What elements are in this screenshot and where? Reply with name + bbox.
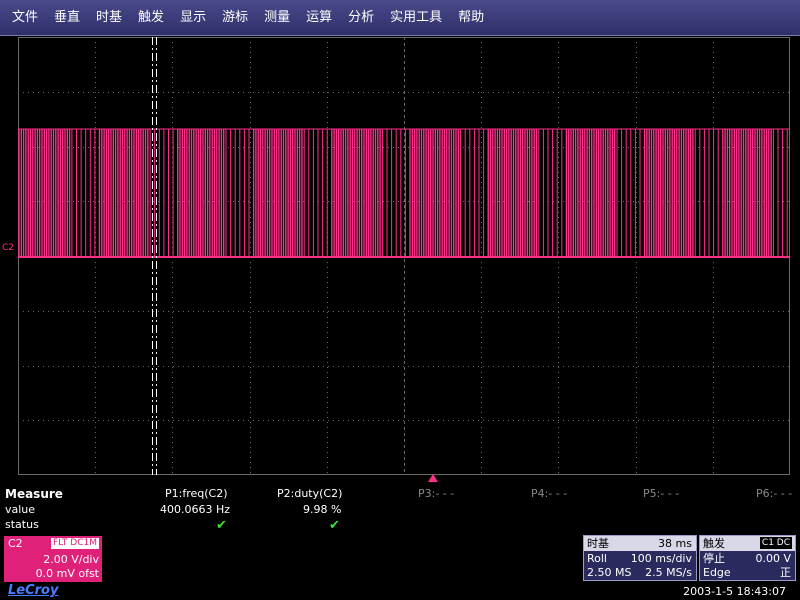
param-p5-name[interactable]: P5:- - -	[643, 487, 679, 500]
trigger-title: 触发	[703, 537, 725, 550]
menu-item-8[interactable]: 分析	[340, 0, 382, 36]
measure-header-row: Measure P1:freq(C2) P2:duty(C2) P3:- - -…	[0, 487, 800, 503]
measure-panel: Measure P1:freq(C2) P2:duty(C2) P3:- - -…	[0, 485, 800, 535]
menu-item-1[interactable]: 垂直	[46, 0, 88, 36]
channel-volts-per-div: 2.00 V/div	[43, 553, 99, 566]
lecroy-logo[interactable]: LeCroy	[8, 583, 58, 598]
menu-bar: 文件 垂直 时基 触发 显示 游标 测量 运算 分析 实用工具 帮助	[0, 0, 800, 36]
menu-item-0[interactable]: 文件	[4, 0, 46, 36]
menu-item-9[interactable]: 实用工具	[382, 0, 450, 36]
timebase-line-2: 2.50 MS 2.5 MS/s	[587, 566, 692, 580]
menu-item-3[interactable]: 触发	[130, 0, 172, 36]
oscilloscope-grid	[18, 37, 790, 475]
param-p1-status-check-icon: ✔	[216, 518, 227, 533]
trigger-level: 0.00 V	[755, 552, 791, 565]
timebase-descriptor[interactable]: 时基 38 ms Roll 100 ms/div 2.50 MS 2.5 MS/…	[583, 535, 697, 581]
value-row-label: value	[5, 503, 36, 516]
param-p2-status-check-icon: ✔	[329, 518, 340, 533]
waveform-display[interactable]	[18, 37, 790, 475]
channel-offset: 0.0 mV ofst	[35, 567, 99, 580]
trigger-header: 触发 C1 DC	[700, 536, 795, 551]
menu-item-7[interactable]: 运算	[298, 0, 340, 36]
trigger-slope: 正	[780, 566, 791, 579]
channel-trace-marker: C2	[2, 243, 15, 253]
trigger-position-marker[interactable]	[428, 474, 438, 482]
timebase-title: 时基	[587, 537, 609, 550]
param-p4-name[interactable]: P4:- - -	[531, 487, 567, 500]
trigger-descriptor[interactable]: 触发 C1 DC 停止 0.00 V Edge 正	[699, 535, 796, 581]
timebase-header: 时基 38 ms	[584, 536, 696, 551]
status-row-label: status	[5, 518, 39, 531]
measure-status-row: status ✔ ✔	[0, 518, 800, 534]
trigger-line-2: Edge 正	[703, 566, 791, 580]
menu-item-6[interactable]: 测量	[256, 0, 298, 36]
timebase-time-per-div: 100 ms/div	[630, 552, 692, 565]
measure-value-row: value 400.0663 Hz 9.98 %	[0, 503, 800, 519]
menu-item-2[interactable]: 时基	[88, 0, 130, 36]
date-time: 2003-1-5 18:43:07	[683, 585, 786, 598]
param-p1-value: 400.0663 Hz	[160, 503, 231, 516]
channel-coupling-badge: FLT DC1M	[50, 538, 99, 549]
measure-title: Measure	[5, 487, 63, 501]
trigger-state: 停止	[703, 552, 725, 565]
timebase-line-1: Roll 100 ms/div	[587, 552, 692, 566]
param-p3-name[interactable]: P3:- - -	[418, 487, 454, 500]
trigger-source-badge: C1 DC	[759, 537, 792, 549]
trigger-line-1: 停止 0.00 V	[703, 552, 791, 566]
timebase-delay: 38 ms	[658, 537, 692, 550]
param-p6-name[interactable]: P6:- - -	[756, 487, 792, 500]
timebase-samples: 2.50 MS	[587, 566, 632, 579]
timebase-sample-rate: 2.5 MS/s	[645, 566, 692, 579]
menu-item-4[interactable]: 显示	[172, 0, 214, 36]
timebase-mode: Roll	[587, 552, 607, 565]
channel-c2-descriptor[interactable]: C2 FLT DC1M 2.00 V/div 0.0 mV ofst	[4, 536, 102, 582]
menu-item-10[interactable]: 帮助	[450, 0, 492, 36]
menu-item-5[interactable]: 游标	[214, 0, 256, 36]
trigger-type: Edge	[703, 566, 731, 579]
param-p2-value: 9.98 %	[303, 503, 342, 516]
param-p2-name[interactable]: P2:duty(C2)	[277, 487, 342, 500]
channel-name: C2	[8, 537, 23, 550]
param-p1-name[interactable]: P1:freq(C2)	[165, 487, 228, 500]
